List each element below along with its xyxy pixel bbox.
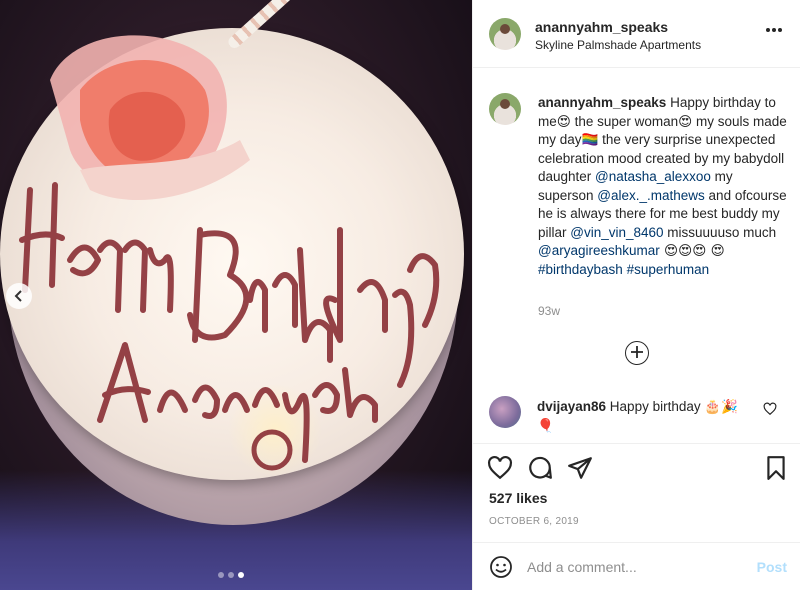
caption-username[interactable]: anannyahm_speaks	[538, 95, 666, 110]
carousel-dot	[218, 572, 224, 578]
author-username[interactable]: anannyahm_speaks	[535, 19, 668, 35]
comment-body: Happy birthday	[606, 399, 705, 414]
post-panel: anannyahm_speaks Skyline Palmshade Apart…	[472, 0, 800, 590]
rainbow-flag-emoji: 🏳️‍🌈	[581, 132, 599, 148]
hashtag-link[interactable]: #birthdaybash	[538, 262, 623, 277]
chevron-left-icon	[14, 290, 22, 302]
mention-link[interactable]: @natasha_alexxoo	[595, 169, 711, 184]
more-options-button[interactable]	[764, 20, 784, 45]
caption-text: anannyahm_speaks Happy birthday to me😍 t…	[538, 94, 790, 279]
plus-circle-icon	[631, 346, 643, 358]
carousel-previous-button[interactable]	[6, 283, 32, 309]
share-send-icon[interactable]	[567, 455, 593, 481]
emoji: 😍😍😍 😍	[659, 243, 725, 259]
add-comment-bar: Post	[473, 542, 800, 590]
post-header: anannyahm_speaks Skyline Palmshade Apart…	[473, 0, 800, 68]
comment-input[interactable]	[527, 555, 737, 579]
carousel-dot-active	[238, 572, 244, 578]
mention-link[interactable]: @aryagireeshkumar	[538, 243, 660, 258]
heart-icon[interactable]	[763, 402, 777, 416]
caption-segment: the super woman	[570, 113, 679, 129]
emoji: 😍	[678, 113, 693, 130]
comment-text: dvijayan86 Happy birthday 🎂🎉🎈	[537, 398, 753, 435]
post-date[interactable]: OCTOBER 6, 2019	[489, 516, 579, 527]
caption-timestamp[interactable]: 93w	[538, 304, 560, 318]
carousel-dot	[228, 572, 234, 578]
cake-writing	[19, 182, 440, 471]
post-comment-button[interactable]: Post	[757, 559, 787, 575]
mention-link[interactable]: @alex._.mathews	[597, 188, 705, 203]
comments-section: anannyahm_speaks Happy birthday to me😍 t…	[473, 69, 800, 444]
likes-count[interactable]: 527 likes	[489, 490, 547, 506]
more-horizontal-icon	[766, 28, 782, 32]
load-more-comments-button[interactable]	[625, 341, 649, 365]
author-avatar[interactable]	[489, 18, 521, 50]
post-photo[interactable]	[0, 0, 472, 590]
commenter-avatar[interactable]	[489, 396, 521, 428]
commenter-username[interactable]: dvijayan86	[537, 399, 606, 414]
caption-segment: missuuuuso much	[663, 224, 777, 240]
post-location[interactable]: Skyline Palmshade Apartments	[535, 38, 701, 52]
comment-bubble-icon[interactable]	[527, 455, 553, 481]
hashtag-link[interactable]: #superhuman	[627, 262, 710, 277]
action-bar	[473, 455, 800, 485]
mention-link[interactable]: @vin_vin_8460	[570, 225, 663, 240]
author-avatar[interactable]	[489, 93, 521, 125]
bookmark-icon[interactable]	[763, 455, 789, 481]
carousel-indicator	[218, 572, 244, 578]
emoji-smile-icon[interactable]	[489, 555, 513, 579]
emoji: 😍	[556, 113, 571, 130]
like-heart-icon[interactable]	[487, 455, 513, 481]
